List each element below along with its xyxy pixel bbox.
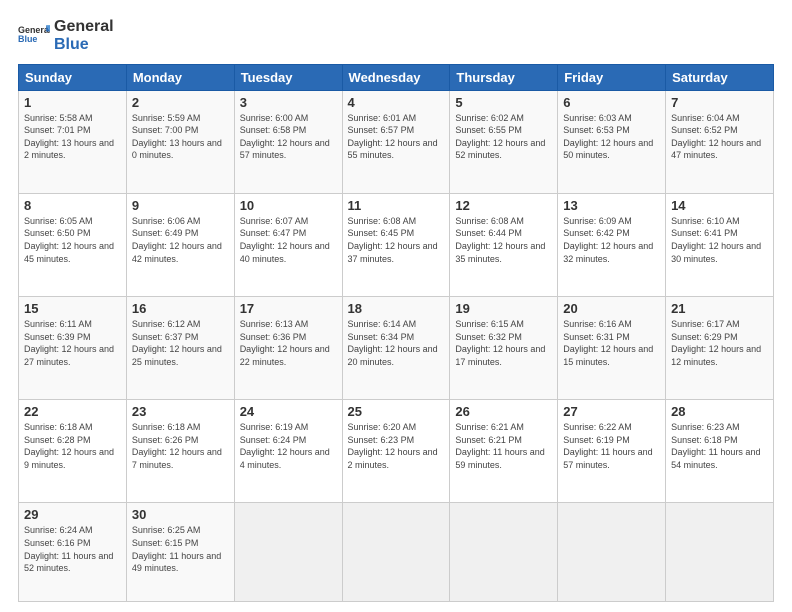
svg-text:Blue: Blue <box>18 34 37 44</box>
logo: General Blue General Blue <box>18 18 114 54</box>
logo-general: General <box>54 18 114 35</box>
table-row: 28 Sunrise: 6:23 AMSunset: 6:18 PMDaylig… <box>666 400 774 503</box>
table-row <box>558 503 666 602</box>
table-row <box>342 503 450 602</box>
calendar-header-row: Sunday Monday Tuesday Wednesday Thursday… <box>19 64 774 90</box>
table-row: 21 Sunrise: 6:17 AMSunset: 6:29 PMDaylig… <box>666 297 774 400</box>
page-header: General Blue General Blue <box>18 18 774 54</box>
table-row <box>234 503 342 602</box>
logo-icon: General Blue <box>18 20 50 52</box>
col-sunday: Sunday <box>19 64 127 90</box>
col-friday: Friday <box>558 64 666 90</box>
table-row: 12 Sunrise: 6:08 AMSunset: 6:44 PMDaylig… <box>450 193 558 296</box>
table-row: 16 Sunrise: 6:12 AMSunset: 6:37 PMDaylig… <box>126 297 234 400</box>
table-row: 27 Sunrise: 6:22 AMSunset: 6:19 PMDaylig… <box>558 400 666 503</box>
table-row: 5 Sunrise: 6:02 AMSunset: 6:55 PMDayligh… <box>450 90 558 193</box>
table-row: 11 Sunrise: 6:08 AMSunset: 6:45 PMDaylig… <box>342 193 450 296</box>
calendar: Sunday Monday Tuesday Wednesday Thursday… <box>18 64 774 602</box>
table-row: 8 Sunrise: 6:05 AMSunset: 6:50 PMDayligh… <box>19 193 127 296</box>
col-tuesday: Tuesday <box>234 64 342 90</box>
col-monday: Monday <box>126 64 234 90</box>
table-row: 7 Sunrise: 6:04 AMSunset: 6:52 PMDayligh… <box>666 90 774 193</box>
table-row: 30 Sunrise: 6:25 AMSunset: 6:15 PMDaylig… <box>126 503 234 602</box>
logo-blue: Blue <box>54 36 114 54</box>
table-row: 22 Sunrise: 6:18 AMSunset: 6:28 PMDaylig… <box>19 400 127 503</box>
col-saturday: Saturday <box>666 64 774 90</box>
table-row: 4 Sunrise: 6:01 AMSunset: 6:57 PMDayligh… <box>342 90 450 193</box>
table-row: 3 Sunrise: 6:00 AMSunset: 6:58 PMDayligh… <box>234 90 342 193</box>
table-row: 15 Sunrise: 6:11 AMSunset: 6:39 PMDaylig… <box>19 297 127 400</box>
table-row: 1 Sunrise: 5:58 AMSunset: 7:01 PMDayligh… <box>19 90 127 193</box>
table-row <box>450 503 558 602</box>
col-wednesday: Wednesday <box>342 64 450 90</box>
table-row: 18 Sunrise: 6:14 AMSunset: 6:34 PMDaylig… <box>342 297 450 400</box>
table-row: 24 Sunrise: 6:19 AMSunset: 6:24 PMDaylig… <box>234 400 342 503</box>
table-row: 17 Sunrise: 6:13 AMSunset: 6:36 PMDaylig… <box>234 297 342 400</box>
table-row: 19 Sunrise: 6:15 AMSunset: 6:32 PMDaylig… <box>450 297 558 400</box>
table-row: 9 Sunrise: 6:06 AMSunset: 6:49 PMDayligh… <box>126 193 234 296</box>
table-row: 14 Sunrise: 6:10 AMSunset: 6:41 PMDaylig… <box>666 193 774 296</box>
table-row: 25 Sunrise: 6:20 AMSunset: 6:23 PMDaylig… <box>342 400 450 503</box>
col-thursday: Thursday <box>450 64 558 90</box>
table-row: 2 Sunrise: 5:59 AMSunset: 7:00 PMDayligh… <box>126 90 234 193</box>
table-row: 6 Sunrise: 6:03 AMSunset: 6:53 PMDayligh… <box>558 90 666 193</box>
table-row: 20 Sunrise: 6:16 AMSunset: 6:31 PMDaylig… <box>558 297 666 400</box>
calendar-table: Sunday Monday Tuesday Wednesday Thursday… <box>18 64 774 602</box>
table-row: 23 Sunrise: 6:18 AMSunset: 6:26 PMDaylig… <box>126 400 234 503</box>
table-row: 13 Sunrise: 6:09 AMSunset: 6:42 PMDaylig… <box>558 193 666 296</box>
table-row <box>666 503 774 602</box>
table-row: 26 Sunrise: 6:21 AMSunset: 6:21 PMDaylig… <box>450 400 558 503</box>
table-row: 10 Sunrise: 6:07 AMSunset: 6:47 PMDaylig… <box>234 193 342 296</box>
table-row: 29 Sunrise: 6:24 AMSunset: 6:16 PMDaylig… <box>19 503 127 602</box>
